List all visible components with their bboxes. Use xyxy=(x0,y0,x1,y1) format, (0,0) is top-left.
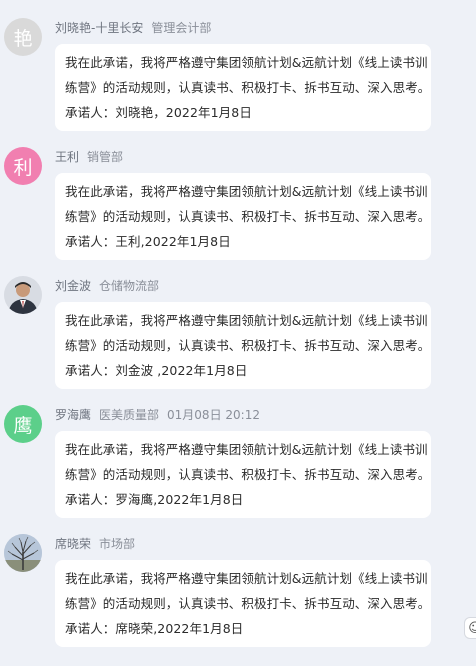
person-photo-icon xyxy=(4,276,42,314)
smiley-icon: ☺ xyxy=(468,620,476,636)
sender-dept: 管理会计部 xyxy=(151,20,212,35)
message-bubble[interactable]: 我在此承诺，我将严格遵守集团领航计划&远航计划《线上读书训 练营》的活动规则，认… xyxy=(55,560,431,647)
message-line: 承诺人：刘金波 ,2022年1月8日 xyxy=(65,363,248,378)
emoji-button[interactable]: ☺ xyxy=(464,617,476,639)
sender-name[interactable]: 罗海鹰 xyxy=(55,406,91,423)
sender-dept: 市场部 xyxy=(99,536,136,551)
sender-dept: 医美质量部 xyxy=(99,407,160,422)
message-bubble[interactable]: 我在此承诺，我将严格遵守集团领航计划&远航计划《线上读书训 练营》的活动规则，认… xyxy=(55,44,431,131)
message-bubble[interactable]: 我在此承诺，我将严格遵守集团领航计划&远航计划《线上读书训 练营》的活动规则，认… xyxy=(55,302,431,389)
sender-name[interactable]: 刘金波 xyxy=(55,277,91,294)
sender-name[interactable]: 刘晓艳-十里长安 xyxy=(55,19,143,36)
message-line: 练营》的活动规则，认真读书、积极打卡、拆书互动、深入思考。 xyxy=(65,209,431,224)
message-line: 练营》的活动规则，认真读书、积极打卡、拆书互动、深入思考。 xyxy=(65,338,431,353)
avatar-initial: 鹰 xyxy=(13,414,33,437)
avatar[interactable]: 艳 xyxy=(4,18,42,56)
message-line: 我在此承诺，我将严格遵守集团领航计划&远航计划《线上读书训 xyxy=(65,184,428,199)
message-timestamp: 01月08日 20:12 xyxy=(167,407,260,422)
avatar[interactable]: 鹰 xyxy=(4,405,42,443)
sender-dept: 销管部 xyxy=(87,149,124,164)
message-meta: 刘晓艳-十里长安 管理会计部 xyxy=(55,18,219,36)
avatar-initial: 利 xyxy=(13,156,33,179)
message-line: 练营》的活动规则，认真读书、积极打卡、拆书互动、深入思考。 xyxy=(65,596,431,611)
message-line: 我在此承诺，我将严格遵守集团领航计划&远航计划《线上读书训 xyxy=(65,442,428,457)
message-meta: 罗海鹰 医美质量部 01月08日 20:12 xyxy=(55,405,260,423)
message-meta: 刘金波 仓储物流部 xyxy=(55,276,167,294)
avatar-initial: 艳 xyxy=(13,27,33,50)
avatar[interactable]: 利 xyxy=(4,147,42,185)
sender-name[interactable]: 王利 xyxy=(55,148,79,165)
message-line: 练营》的活动规则，认真读书、积极打卡、拆书互动、深入思考。 xyxy=(65,80,431,95)
sender-dept: 仓储物流部 xyxy=(99,278,160,293)
sender-name[interactable]: 席晓荣 xyxy=(55,535,91,552)
message-line: 我在此承诺，我将严格遵守集团领航计划&远航计划《线上读书训 xyxy=(65,313,428,328)
message-line: 练营》的活动规则，认真读书、积极打卡、拆书互动、深入思考。 xyxy=(65,467,431,482)
avatar-photo[interactable] xyxy=(4,534,42,572)
message-line: 承诺人：席晓荣,2022年1月8日 xyxy=(65,621,244,636)
tree-photo-icon xyxy=(4,534,42,572)
message-bubble[interactable]: 我在此承诺，我将严格遵守集团领航计划&远航计划《线上读书训 练营》的活动规则，认… xyxy=(55,431,431,518)
message-bubble[interactable]: 我在此承诺，我将严格遵守集团领航计划&远航计划《线上读书训 练营》的活动规则，认… xyxy=(55,173,431,260)
message-line: 承诺人：王利,2022年1月8日 xyxy=(65,234,231,249)
message-line: 我在此承诺，我将严格遵守集团领航计划&远航计划《线上读书训 xyxy=(65,571,428,586)
message-meta: 王利 销管部 xyxy=(55,147,131,165)
message-line: 我在此承诺，我将严格遵守集团领航计划&远航计划《线上读书训 xyxy=(65,55,428,70)
avatar-photo[interactable] xyxy=(4,276,42,314)
message-line: 承诺人：刘晓艳，2022年1月8日 xyxy=(65,105,252,120)
message-line: 承诺人：罗海鹰,2022年1月8日 xyxy=(65,492,244,507)
message-meta: 席晓荣 市场部 xyxy=(55,534,143,552)
